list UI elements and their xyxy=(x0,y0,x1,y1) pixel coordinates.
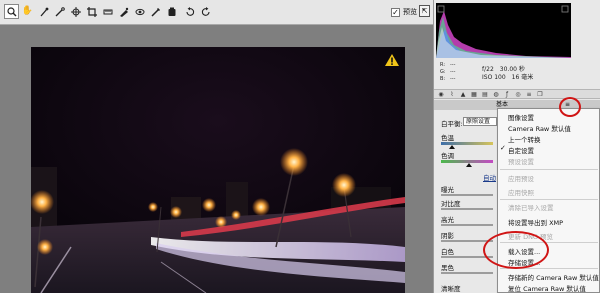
menu-item-image-settings[interactable]: 图像设置 xyxy=(508,112,534,122)
temperature-slider[interactable] xyxy=(441,142,493,149)
highlight-circle-menu-button xyxy=(559,97,581,117)
rotate-left-icon[interactable] xyxy=(183,5,196,18)
readout-g: G: --- xyxy=(440,69,456,75)
contrast-label: 对比度 xyxy=(441,200,461,208)
tab-basic-icon[interactable]: ◉ xyxy=(437,91,445,99)
tab-split-toning-icon[interactable]: ▤ xyxy=(481,91,489,99)
menu-item-apply-snapshot: 应用快照 xyxy=(508,189,534,197)
blacks-slider[interactable] xyxy=(441,272,493,274)
menu-item-preset-settings: 预设设置 xyxy=(508,158,534,166)
contrast-slider[interactable] xyxy=(441,208,493,210)
tab-hsl-icon[interactable]: ▦ xyxy=(470,91,478,99)
clarity-label: 清晰度 xyxy=(441,285,461,293)
tab-fx-icon[interactable]: ƒ xyxy=(503,91,511,99)
menu-item-previous-conversion[interactable]: 上一个转换 xyxy=(508,134,541,144)
whites-label: 白色 xyxy=(441,248,454,256)
histogram-graph xyxy=(436,5,571,58)
white-balance-label: 白平衡: xyxy=(441,120,463,128)
exposure-slider[interactable] xyxy=(441,194,493,196)
shadows-label: 阴影 xyxy=(441,232,454,240)
menu-item-apply-preset: 应用预设 xyxy=(508,175,534,183)
preview-checkbox-box[interactable]: ✓ xyxy=(391,7,400,17)
preview-checkbox[interactable]: ✓ 预览 xyxy=(391,7,417,17)
tint-slider[interactable] xyxy=(441,160,493,167)
straighten-icon[interactable] xyxy=(101,5,114,18)
readout-r: R: --- xyxy=(440,62,456,68)
retouch-icon[interactable] xyxy=(117,5,130,18)
zoom-icon[interactable] xyxy=(4,4,19,19)
menu-item-save-new-defaults[interactable]: 存储新的 Camera Raw 默认值 xyxy=(508,272,599,282)
focal-value: 16 毫米 xyxy=(511,74,534,81)
photo-preview xyxy=(31,47,405,293)
tab-camera-calibration-icon[interactable]: ◎ xyxy=(514,91,522,99)
night-street-photo xyxy=(31,47,405,293)
crop-icon[interactable] xyxy=(85,5,98,18)
tab-detail-icon[interactable]: ▲ xyxy=(459,91,467,99)
warning-icon[interactable] xyxy=(385,54,399,66)
readout-b: B: --- xyxy=(440,76,456,82)
menu-separator xyxy=(500,169,598,170)
shutter-value: 30.00 秒 xyxy=(499,66,525,73)
exposure-label: 曝光 xyxy=(441,186,454,194)
aperture-value: f/22 xyxy=(482,66,494,73)
menu-item-reset-defaults[interactable]: 复位 Camera Raw 默认值 xyxy=(508,283,586,293)
tab-lens-icon[interactable]: ◍ xyxy=(492,91,500,99)
camera-info: f/22 30.00 秒 ISO 100 16 毫米 xyxy=(482,66,539,82)
iso-value: ISO 100 xyxy=(482,74,506,81)
menu-item-camera-raw-defaults[interactable]: Camera Raw 默认值 xyxy=(508,123,571,133)
histogram xyxy=(436,3,571,58)
preview-label: 预览 xyxy=(403,8,417,16)
menu-separator xyxy=(500,199,598,200)
red-eye-icon[interactable] xyxy=(133,5,146,18)
tint-slider-thumb[interactable] xyxy=(466,163,472,167)
white-balance-icon[interactable] xyxy=(37,5,50,18)
rgb-readout: R: --- G: --- B: --- xyxy=(440,62,455,83)
temperature-slider-thumb[interactable] xyxy=(449,145,455,149)
camera-raw-window: ✋ ✓ 预览 ⇱ R: --- G: --- B: --- f/22 30.00… xyxy=(0,0,600,293)
highlights-slider[interactable] xyxy=(441,224,493,226)
temperature-label: 色温 xyxy=(441,134,454,142)
adjustment-brush-icon[interactable] xyxy=(149,5,162,18)
highlight-circle-load-settings xyxy=(483,231,549,269)
fullscreen-icon[interactable]: ⇱ xyxy=(419,5,430,17)
image-canvas[interactable] xyxy=(0,25,433,293)
rotate-right-icon[interactable] xyxy=(199,5,212,18)
preferences-icon[interactable] xyxy=(165,5,178,18)
menu-item-custom-settings[interactable]: 自定设置 xyxy=(508,145,534,155)
tab-tone-curve-icon[interactable]: ⌇ xyxy=(448,91,456,99)
menu-item-clear-imported-settings: 清除已导入设置 xyxy=(508,204,554,212)
checkmark-icon: ✓ xyxy=(500,144,506,152)
tab-snapshots-icon[interactable]: ❐ xyxy=(536,91,544,99)
white-balance-select[interactable]: 原照设置 xyxy=(463,117,497,126)
menu-item-export-settings-xmp[interactable]: 将设置导出到 XMP xyxy=(508,217,563,227)
toolbar: ✋ ✓ 预览 ⇱ xyxy=(0,0,433,25)
tab-presets-icon[interactable]: ≡ xyxy=(525,91,533,99)
tint-label: 色调 xyxy=(441,152,454,160)
hand-icon[interactable]: ✋ xyxy=(21,5,34,18)
blacks-label: 黑色 xyxy=(441,264,454,272)
auto-link[interactable]: 自动 xyxy=(483,172,496,182)
targeted-adjust-icon[interactable] xyxy=(69,5,82,18)
color-sampler-icon[interactable] xyxy=(53,5,66,18)
highlights-label: 高光 xyxy=(441,216,454,224)
